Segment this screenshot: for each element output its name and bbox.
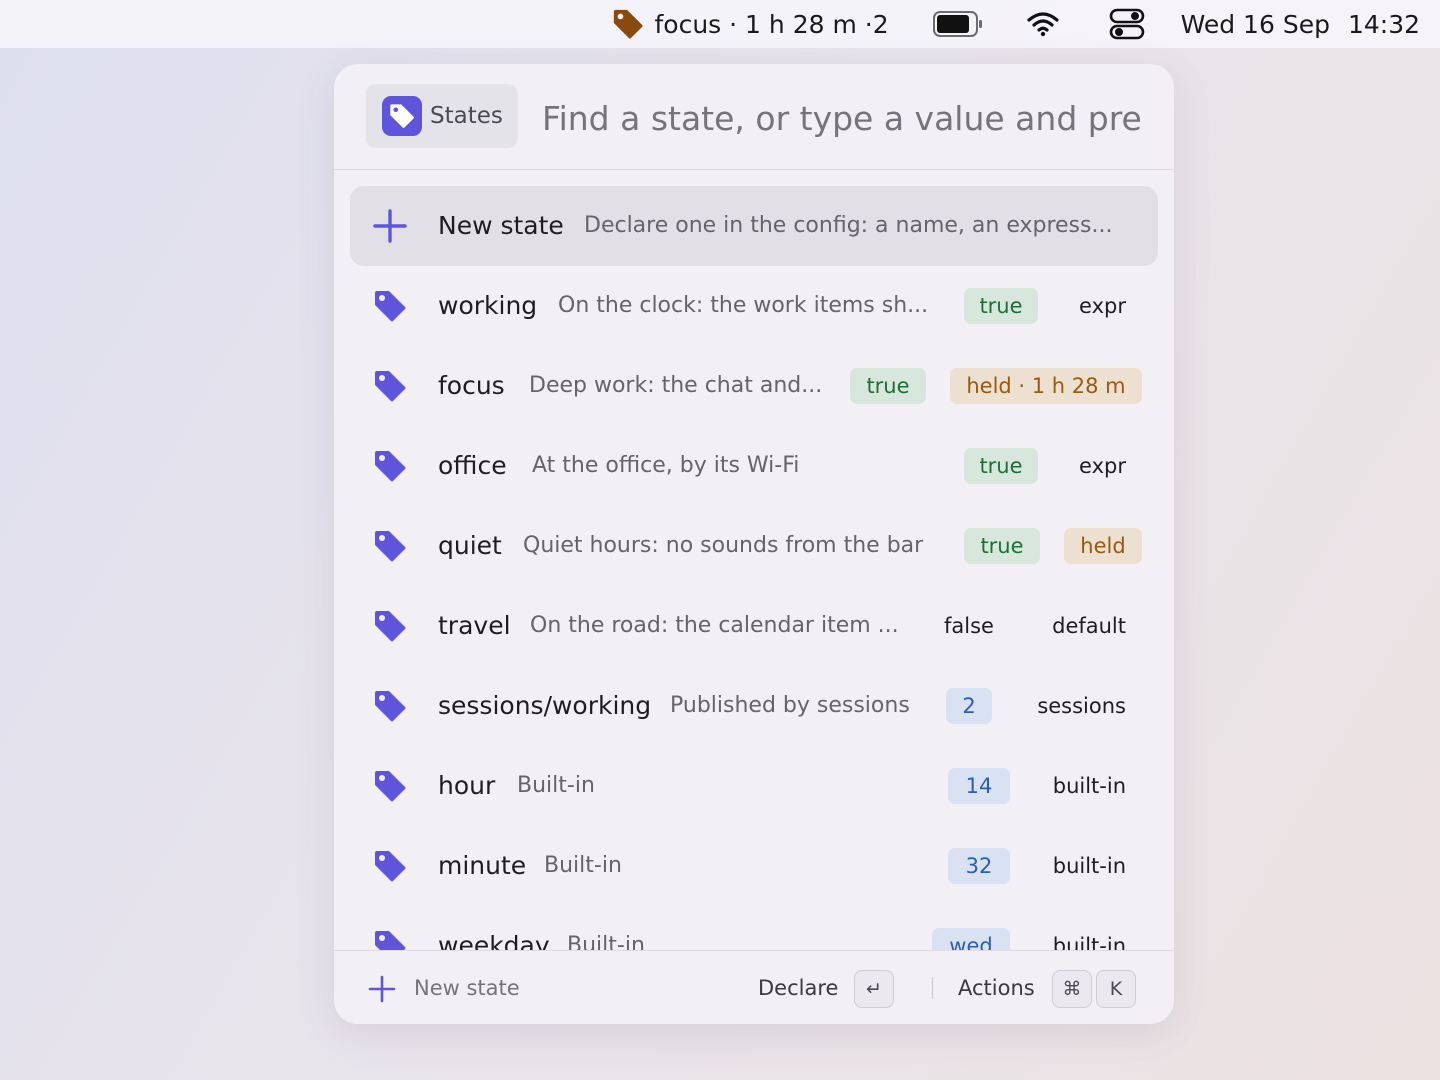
state-description: Quiet hours: no sounds from the bar xyxy=(523,533,924,558)
source-label: built-in xyxy=(1052,934,1126,950)
source-label: built-in xyxy=(1052,774,1126,798)
state-name: travel xyxy=(438,611,511,640)
list-item[interactable]: quiet Quiet hours: no sounds from the ba… xyxy=(350,506,1158,586)
tag-icon xyxy=(375,291,406,322)
menu-bar: focus · 1 h 28 m ·2 Wed 16 Sep 14:32 xyxy=(0,0,1440,48)
wifi-item[interactable] xyxy=(1027,11,1059,37)
new-state-row[interactable]: New state Declare one in the config: a n… xyxy=(350,186,1158,266)
battery-item[interactable] xyxy=(932,11,983,37)
list-item[interactable]: focus Deep work: the chat and... true he… xyxy=(350,346,1158,426)
source-label: default xyxy=(1052,614,1126,638)
return-key-hint: ↵ xyxy=(854,970,894,1008)
tag-icon xyxy=(382,96,422,136)
state-description: Deep work: the chat and... xyxy=(529,373,823,398)
list-item[interactable]: travel On the road: the calendar item ..… xyxy=(350,586,1158,666)
scope-chip[interactable]: States xyxy=(366,84,518,148)
list-item[interactable]: sessions/working Published by sessions 2… xyxy=(350,666,1158,746)
command-key-hint: ⌘ xyxy=(1052,970,1092,1008)
state-name: hour xyxy=(438,771,496,800)
actions-button[interactable]: Actions xyxy=(958,951,1035,1024)
state-name: focus xyxy=(438,371,505,400)
tag-icon xyxy=(613,9,643,39)
scope-label: States xyxy=(430,103,503,129)
state-description: At the office, by its Wi-Fi xyxy=(532,453,800,478)
list-item[interactable]: office At the office, by its Wi-Fi true … xyxy=(350,426,1158,506)
state-description: On the road: the calendar item ... xyxy=(530,613,899,638)
source-label: expr xyxy=(1079,294,1126,318)
search-bar: States xyxy=(334,64,1174,170)
list-item[interactable]: hour Built-in 14 built-in xyxy=(350,746,1158,826)
declare-button[interactable]: Declare xyxy=(758,951,838,1024)
state-name: working xyxy=(438,291,538,320)
value-badge: 14 xyxy=(948,768,1010,804)
tag-icon xyxy=(375,371,406,402)
value-badge: true xyxy=(964,528,1040,564)
source-label: built-in xyxy=(1052,854,1126,878)
tag-icon xyxy=(375,451,406,482)
tag-icon xyxy=(375,931,406,950)
state-name: quiet xyxy=(438,531,502,560)
search-input[interactable] xyxy=(542,90,1142,146)
state-description: Published by sessions xyxy=(670,693,910,718)
tag-icon xyxy=(375,611,406,642)
state-name: minute xyxy=(438,851,527,880)
source-label: sessions xyxy=(1037,694,1126,718)
tag-icon xyxy=(375,851,406,882)
plus-icon[interactable] xyxy=(368,975,396,1003)
battery-icon xyxy=(932,11,982,37)
tag-icon xyxy=(375,531,406,562)
new-state-description: Declare one in the config: a name, an ex… xyxy=(584,213,1113,238)
value-badge: true xyxy=(850,368,926,404)
value-badge: false xyxy=(944,614,994,638)
value-badge: 2 xyxy=(946,688,992,724)
value-badge: 32 xyxy=(948,848,1010,884)
value-badge: true xyxy=(964,448,1038,484)
state-description: Built-in xyxy=(567,933,645,950)
footer-bar: New state Declare ↵ Actions ⌘ K xyxy=(334,950,1174,1024)
state-name: weekday xyxy=(438,931,550,950)
source-label: expr xyxy=(1079,454,1126,478)
tag-icon xyxy=(375,691,406,722)
source-badge: held xyxy=(1064,528,1142,564)
value-badge: true xyxy=(964,288,1038,324)
wifi-icon xyxy=(1027,12,1059,37)
control-center-icon xyxy=(1109,8,1144,40)
list-item[interactable]: minute Built-in 32 built-in xyxy=(350,826,1158,906)
source-badge: held · 1 h 28 m xyxy=(950,368,1142,404)
state-description: Built-in xyxy=(517,773,595,798)
menubar-time[interactable]: 14:32 xyxy=(1348,10,1420,39)
state-description: On the clock: the work items sh... xyxy=(558,293,929,318)
focus-status-item[interactable]: focus · 1 h 28 m ·2 xyxy=(611,7,889,41)
k-key-hint: K xyxy=(1096,970,1136,1008)
focus-status-text: focus · 1 h 28 m ·2 xyxy=(654,9,889,39)
tag-icon xyxy=(375,771,406,802)
new-state-label: New state xyxy=(438,211,564,240)
list-item[interactable]: working On the clock: the work items sh.… xyxy=(350,266,1158,346)
footer-divider xyxy=(932,977,933,999)
value-badge: wed xyxy=(932,928,1010,950)
menubar-date[interactable]: Wed 16 Sep xyxy=(1181,10,1330,39)
state-name: office xyxy=(438,451,507,480)
footer-new-state-button[interactable]: New state xyxy=(414,951,520,1024)
plus-icon xyxy=(373,209,407,243)
states-palette: States New state Declare one in the conf… xyxy=(334,64,1174,1024)
list-item[interactable]: weekday Built-in wed built-in xyxy=(350,906,1158,950)
control-center-item[interactable] xyxy=(1109,8,1145,40)
state-description: Built-in xyxy=(544,853,622,878)
state-name: sessions/working xyxy=(438,691,652,720)
state-list: New state Declare one in the config: a n… xyxy=(350,186,1158,950)
